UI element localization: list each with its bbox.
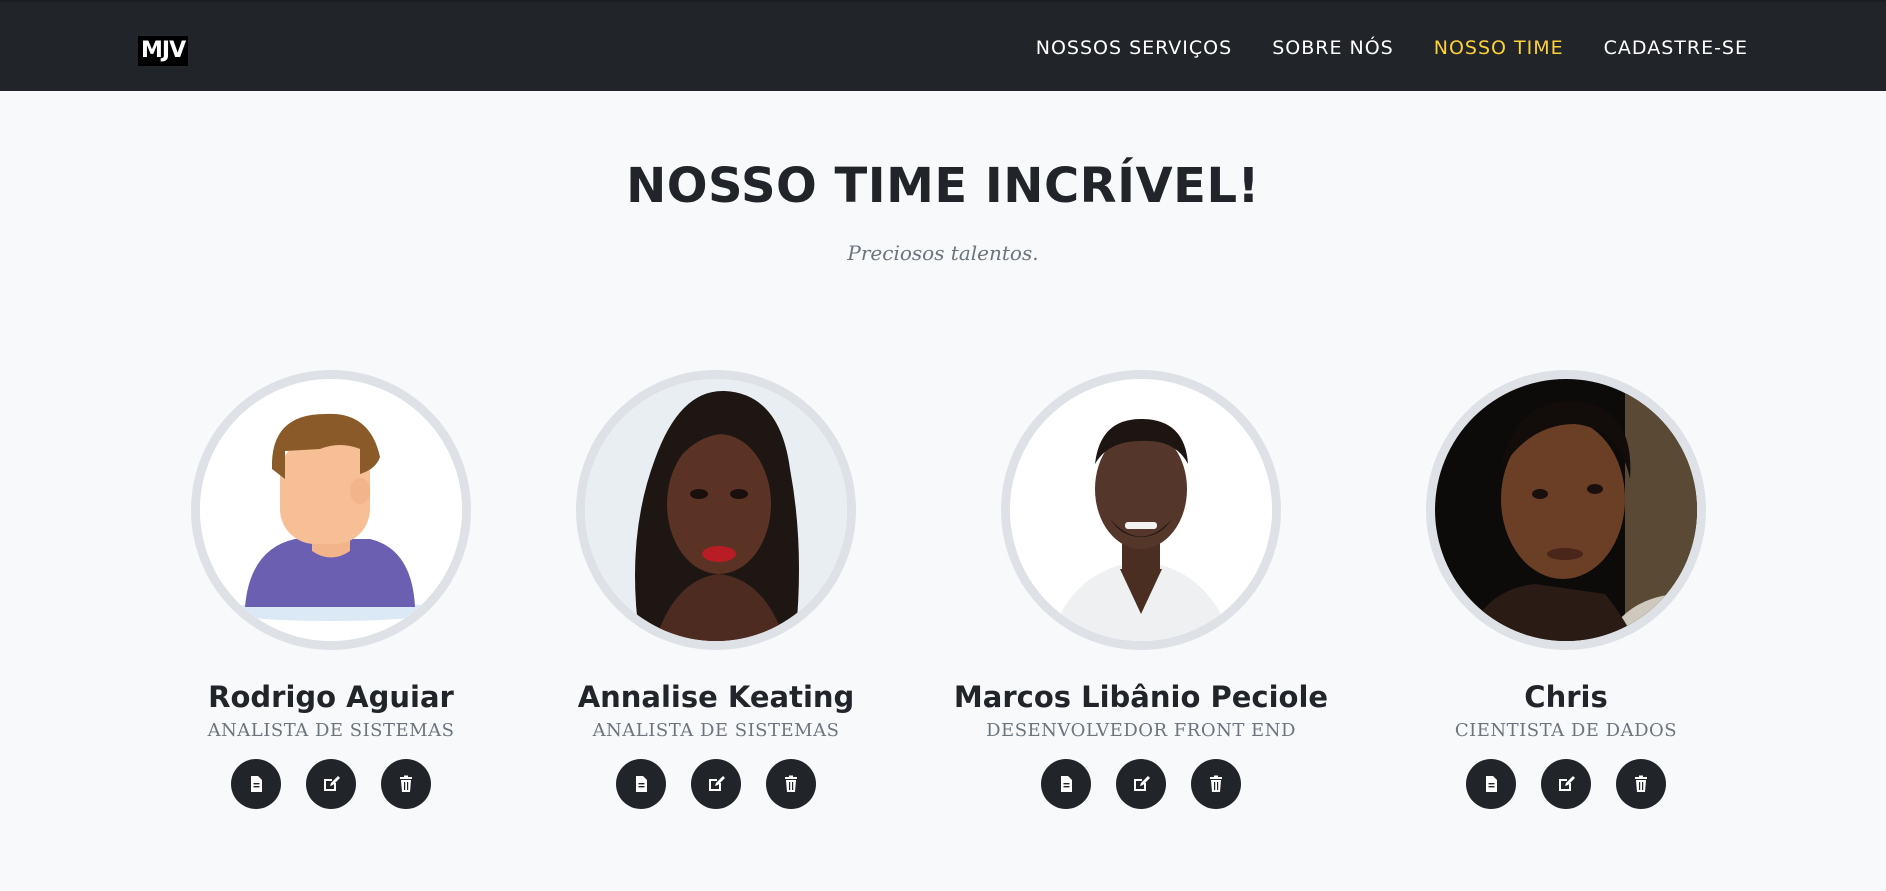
member-role: DESENVOLVEDOR FRONT END — [986, 720, 1296, 741]
trash-icon — [1210, 775, 1222, 792]
trash-icon — [1635, 775, 1647, 792]
nav-item-cadastre[interactable]: CADASTRE-SE — [1604, 37, 1748, 59]
nav-item-sobre[interactable]: SOBRE NÓS — [1272, 37, 1394, 59]
trash-icon — [400, 775, 412, 792]
avatar — [576, 370, 856, 650]
team-member-card: Rodrigo Aguiar ANALISTA DE SISTEMAS — [111, 370, 551, 809]
edit-icon — [709, 776, 725, 791]
view-button[interactable] — [1041, 759, 1091, 809]
trash-icon — [785, 775, 797, 792]
member-photo — [1010, 379, 1272, 641]
view-button[interactable] — [231, 759, 281, 809]
avatar — [1426, 370, 1706, 650]
member-actions — [111, 759, 551, 809]
view-button[interactable] — [1466, 759, 1516, 809]
edit-button[interactable] — [1541, 759, 1591, 809]
section-subtitle: Preciosos talentos. — [847, 241, 1039, 265]
member-name: Rodrigo Aguiar — [208, 680, 454, 714]
team-member-card: Annalise Keating ANALISTA DE SISTEMAS — [496, 370, 936, 809]
delete-button[interactable] — [381, 759, 431, 809]
member-photo — [585, 379, 847, 641]
edit-button[interactable] — [1116, 759, 1166, 809]
view-button[interactable] — [616, 759, 666, 809]
file-icon — [1061, 776, 1072, 792]
brand-logo[interactable]: MJV — [138, 36, 189, 66]
delete-button[interactable] — [1191, 759, 1241, 809]
team-member-card: Marcos Libânio Peciole DESENVOLVEDOR FRO… — [921, 370, 1361, 809]
edit-icon — [1559, 776, 1575, 791]
navbar: MJV NOSSOS SERVIÇOS SOBRE NÓS NOSSO TIME… — [0, 0, 1886, 91]
member-actions — [1346, 759, 1786, 809]
member-actions — [921, 759, 1361, 809]
file-icon — [251, 776, 262, 792]
edit-icon — [324, 776, 340, 791]
member-actions — [496, 759, 936, 809]
avatar — [1001, 370, 1281, 650]
member-photo — [1435, 379, 1697, 641]
file-icon — [1486, 776, 1497, 792]
member-role: ANALISTA DE SISTEMAS — [207, 720, 455, 741]
nav-item-servicos[interactable]: NOSSOS SERVIÇOS — [1036, 37, 1232, 59]
cartoon-avatar-image — [200, 379, 462, 641]
edit-button[interactable] — [691, 759, 741, 809]
member-name: Marcos Libânio Peciole — [953, 680, 1329, 714]
avatar — [191, 370, 471, 650]
nav-item-time[interactable]: NOSSO TIME — [1434, 37, 1564, 59]
delete-button[interactable] — [1616, 759, 1666, 809]
member-name: Annalise Keating — [577, 680, 855, 714]
delete-button[interactable] — [766, 759, 816, 809]
member-role: ANALISTA DE SISTEMAS — [592, 720, 840, 741]
main-nav: NOSSOS SERVIÇOS SOBRE NÓS NOSSO TIME CAD… — [1036, 2, 1748, 93]
member-name: Chris — [1524, 680, 1608, 714]
edit-button[interactable] — [306, 759, 356, 809]
section-title: NOSSO TIME INCRÍVEL! — [626, 158, 1260, 214]
edit-icon — [1134, 776, 1150, 791]
team-member-card: Chris CIENTISTA DE DADOS — [1346, 370, 1786, 809]
file-icon — [636, 776, 647, 792]
member-role: CIENTISTA DE DADOS — [1454, 720, 1678, 741]
